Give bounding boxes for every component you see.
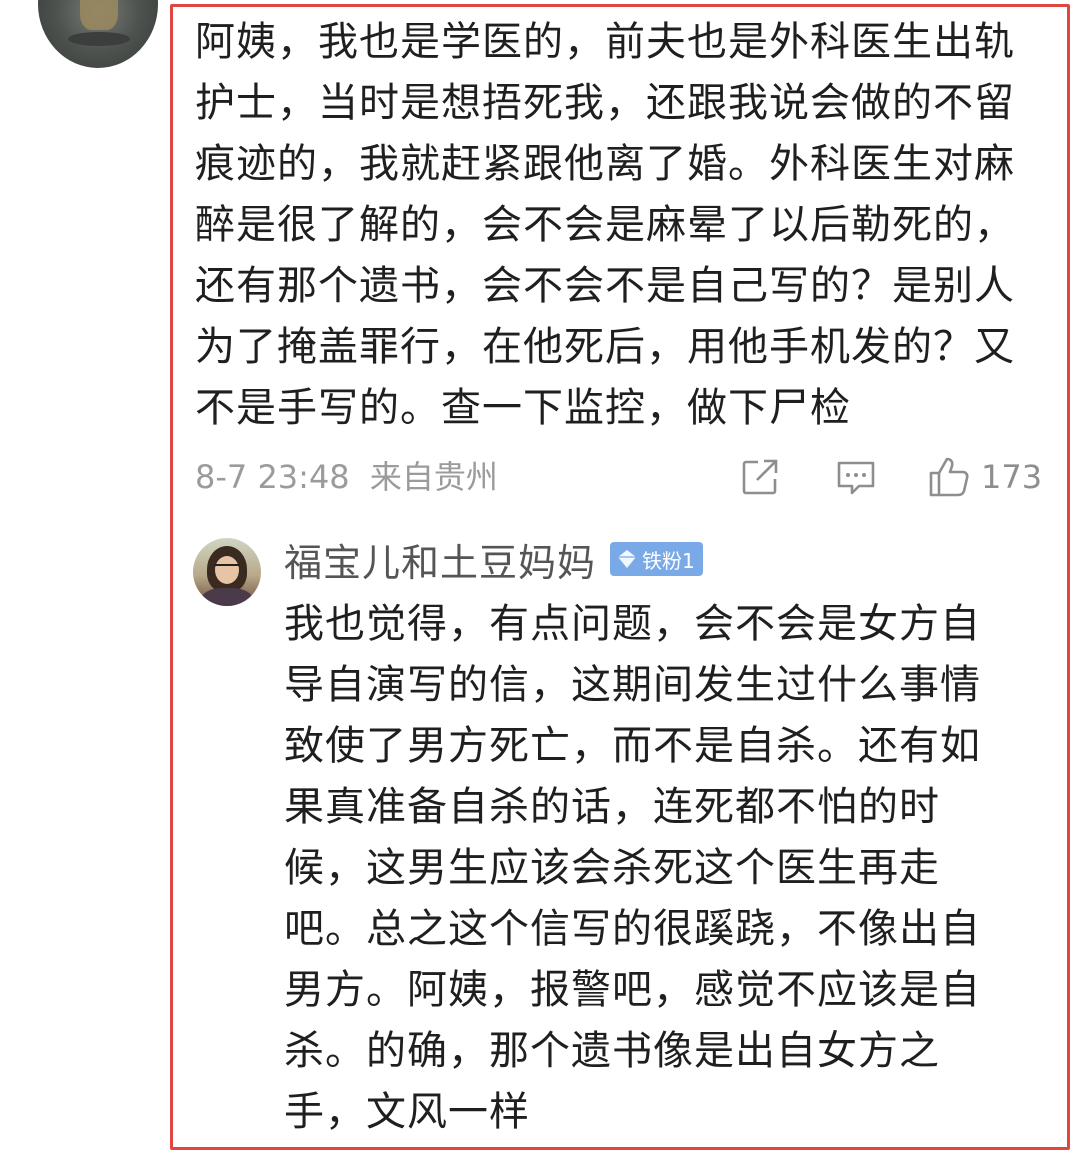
avatar-glasses bbox=[214, 564, 240, 572]
main-comment-text: 阿姨，我也是学医的，前夫也是外科医生出轨护士，当时是想捂死我，还跟我说会做的不留… bbox=[195, 19, 1015, 431]
reply-header: 福宝儿和土豆妈妈 铁粉1 bbox=[284, 532, 703, 586]
comment-meta-row: 8-7 23:48 来自贵州 173 bbox=[195, 452, 1045, 502]
avatar-figure bbox=[80, 0, 118, 30]
comment-meta: 8-7 23:48 来自贵州 bbox=[195, 452, 498, 502]
comment-icon bbox=[837, 461, 875, 495]
commenter-avatar[interactable] bbox=[38, 0, 158, 68]
fan-badge[interactable]: 铁粉1 bbox=[610, 542, 703, 576]
avatar-base bbox=[68, 32, 130, 46]
diamond-icon bbox=[618, 550, 637, 568]
thumbs-up-icon bbox=[929, 457, 969, 497]
share-button[interactable] bbox=[740, 454, 780, 500]
avatar-body bbox=[201, 588, 253, 606]
comment-button[interactable] bbox=[835, 454, 877, 500]
comment-location: 来自贵州 bbox=[369, 458, 498, 496]
comment-timestamp: 8-7 23:48 bbox=[195, 458, 350, 496]
reply-text: 我也觉得，有点问题，会不会是女方自导自演写的信，这期间发生过什么事情致使了男方死… bbox=[284, 601, 981, 1135]
fan-badge-label: 铁粉1 bbox=[642, 548, 695, 573]
share-icon bbox=[742, 459, 778, 495]
like-count: 173 bbox=[981, 458, 1043, 496]
reply-username[interactable]: 福宝儿和土豆妈妈 bbox=[284, 532, 596, 587]
reply-avatar[interactable] bbox=[193, 538, 261, 606]
like-button[interactable]: 173 bbox=[927, 454, 1042, 500]
